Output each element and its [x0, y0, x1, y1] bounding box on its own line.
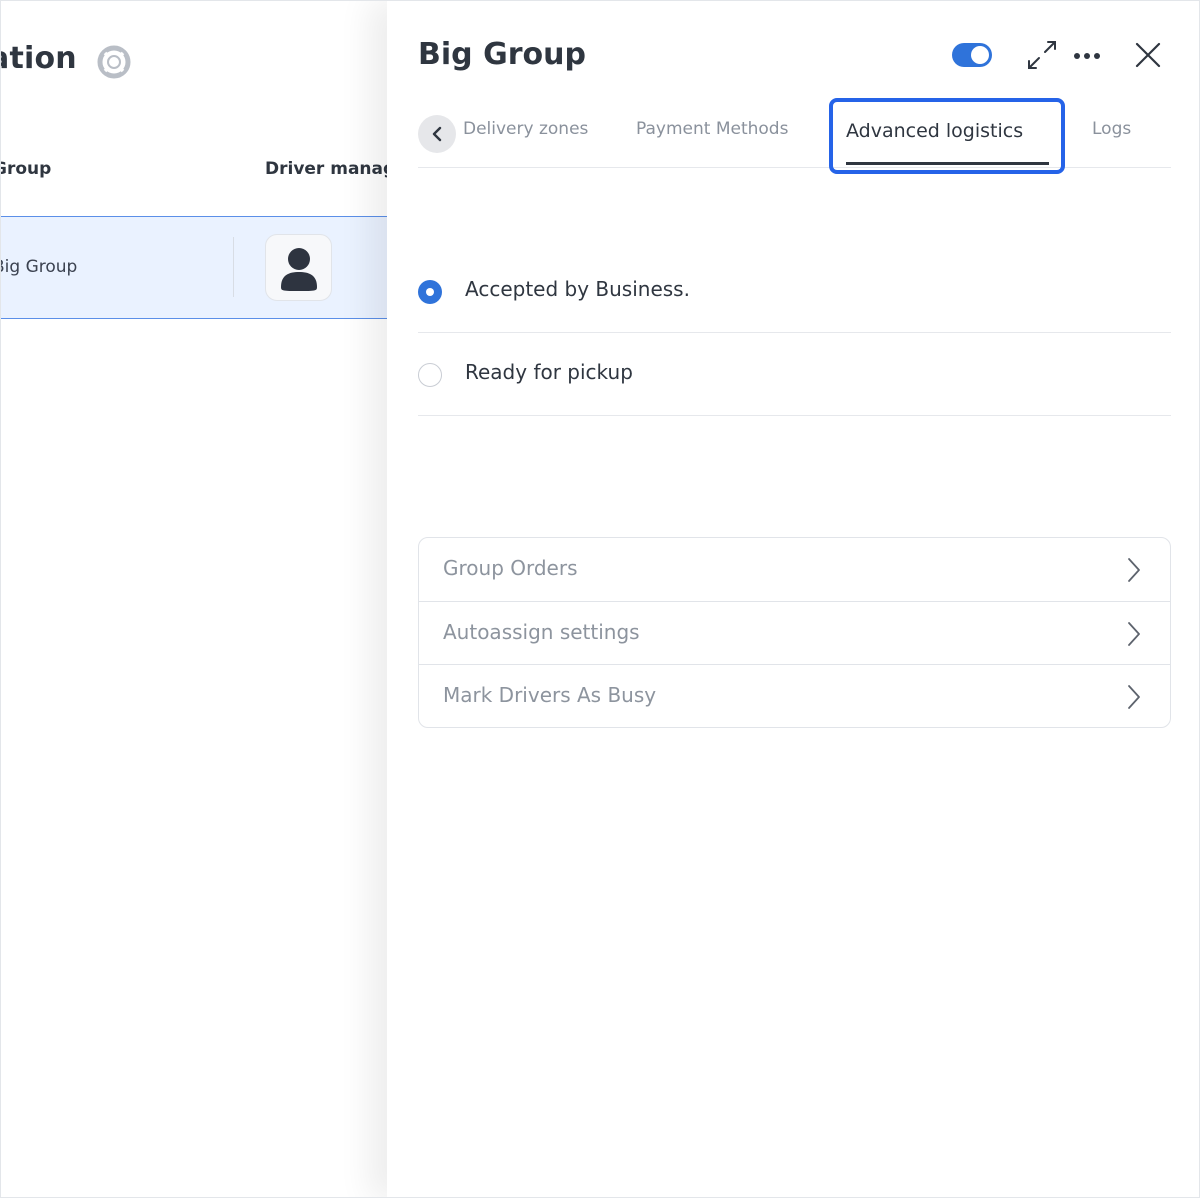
tab-delivery-zones[interactable]: Delivery zones — [463, 119, 588, 139]
settings-item-autoassign-settings[interactable]: Autoassign settings — [419, 602, 1170, 665]
radio-option-accepted-by-business[interactable]: Accepted by Business. — [418, 250, 1171, 333]
settings-item-label: Mark Drivers As Busy — [443, 683, 657, 707]
drawer-title: Big Group — [418, 37, 586, 72]
chevron-right-icon — [1128, 621, 1140, 646]
lifebuoy-icon[interactable] — [97, 45, 131, 79]
radio-option-ready-for-pickup[interactable]: Ready for pickup — [418, 333, 1171, 416]
settings-item-label: Autoassign settings — [443, 619, 640, 644]
close-button[interactable] — [1132, 39, 1164, 71]
close-icon — [1135, 42, 1161, 68]
settings-list: Group Orders Autoassign settings Mark Dr… — [418, 537, 1171, 728]
radio-button-checked[interactable] — [418, 280, 442, 304]
cell-divider — [233, 237, 234, 297]
expand-button[interactable] — [1023, 37, 1061, 73]
radio-label: Accepted by Business. — [465, 277, 690, 301]
column-header-group[interactable]: Group — [1, 159, 51, 179]
settings-item-group-orders[interactable]: Group Orders — [419, 538, 1170, 602]
tab-payment-methods[interactable]: Payment Methods — [636, 119, 788, 139]
app-window: ation Group Driver manag Big Group — [0, 0, 1200, 1198]
tabs-scroll-back-button[interactable] — [418, 115, 456, 153]
group-name-cell: Big Group — [0, 257, 78, 277]
expand-icon — [1028, 41, 1056, 69]
more-horizontal-icon — [1074, 53, 1100, 59]
radio-button[interactable] — [418, 363, 442, 387]
chevron-right-icon — [1128, 685, 1140, 709]
group-detail-drawer: Big Group Delivery zones Payment Methods… — [387, 1, 1199, 1197]
toggle-knob — [971, 46, 989, 64]
settings-item-mark-drivers-as-busy[interactable]: Mark Drivers As Busy — [419, 665, 1170, 727]
user-icon — [280, 247, 317, 291]
avatar[interactable] — [265, 234, 332, 301]
chevron-left-icon — [432, 126, 442, 142]
tab-highlight-box — [829, 98, 1065, 174]
more-options-button[interactable] — [1071, 41, 1103, 71]
radio-label: Ready for pickup — [465, 360, 633, 384]
page-title: ation — [1, 41, 77, 76]
tab-logs[interactable]: Logs — [1092, 119, 1131, 139]
chevron-right-icon — [1128, 558, 1140, 582]
settings-item-label: Group Orders — [443, 556, 578, 580]
group-enabled-toggle[interactable] — [952, 43, 992, 67]
column-header-driver-manager[interactable]: Driver manag — [265, 159, 395, 179]
background-page: ation Group Driver manag Big Group — [0, 1, 401, 1197]
